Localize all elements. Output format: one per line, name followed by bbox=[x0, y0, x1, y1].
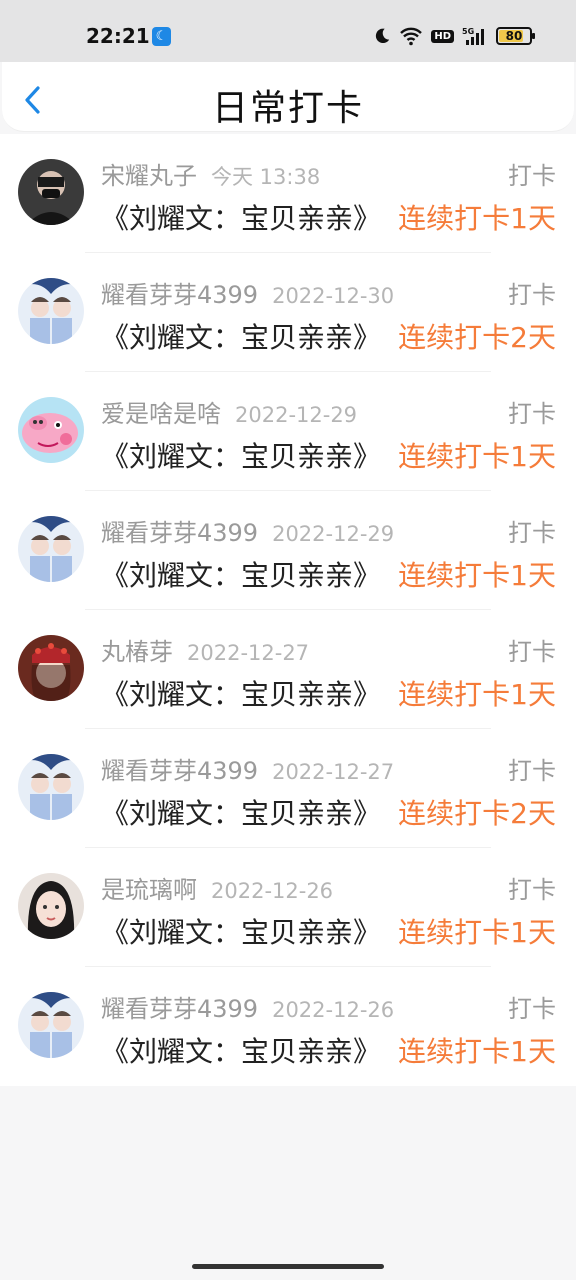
book-title[interactable]: 《刘耀文：宝贝亲亲》 bbox=[101, 197, 381, 237]
home-indicator[interactable] bbox=[192, 1264, 384, 1269]
streak-label: 连续打卡1天 bbox=[398, 916, 556, 949]
list-item[interactable]: 是琉璃啊 2022-12-26 打卡《刘耀文：宝贝亲亲》 连续打卡1天 bbox=[0, 848, 576, 967]
moon-icon bbox=[373, 27, 391, 45]
avatar[interactable] bbox=[18, 516, 84, 582]
user-name-text: 是琉璃啊 bbox=[101, 876, 197, 904]
checkin-time: 2022-12-29 bbox=[272, 522, 395, 546]
user-name-text: 爱是啥是啥 bbox=[101, 400, 221, 428]
book-title[interactable]: 《刘耀文：宝贝亲亲》 bbox=[101, 316, 381, 356]
avatar[interactable] bbox=[18, 754, 84, 820]
page-header: 日常打卡 bbox=[2, 62, 574, 132]
checkin-action-label: 打卡 bbox=[508, 638, 556, 666]
user-name-text: 耀看芽芽4399 bbox=[101, 995, 259, 1023]
status-icons: HD 5G 80 bbox=[373, 24, 535, 48]
book-title[interactable]: 《刘耀文：宝贝亲亲》 bbox=[101, 673, 381, 713]
book-title[interactable]: 《刘耀文：宝贝亲亲》 bbox=[101, 1030, 381, 1070]
streak-label: 连续打卡2天 bbox=[398, 797, 556, 830]
list-item[interactable]: 爱是啥是啥 2022-12-29 打卡《刘耀文：宝贝亲亲》 连续打卡1天 bbox=[0, 372, 576, 491]
wifi-icon bbox=[399, 26, 423, 46]
checkin-action-label: 打卡 bbox=[508, 162, 556, 190]
status-bar: 22:21 ☾ HD 5G 80 bbox=[0, 0, 576, 62]
user-name: 宋耀丸子 今天 13:38 bbox=[101, 156, 320, 191]
checkin-time: 2022-12-27 bbox=[187, 641, 310, 665]
checkin-time: 2022-12-27 bbox=[272, 760, 395, 784]
avatar[interactable] bbox=[18, 992, 84, 1058]
avatar[interactable] bbox=[18, 278, 84, 344]
streak-label: 连续打卡1天 bbox=[398, 440, 556, 473]
streak-label: 连续打卡2天 bbox=[398, 321, 556, 354]
user-name: 是琉璃啊 2022-12-26 bbox=[101, 870, 333, 905]
user-name: 耀看芽芽4399 2022-12-27 bbox=[101, 751, 394, 786]
battery-icon: 80 bbox=[496, 27, 535, 45]
book-title[interactable]: 《刘耀文：宝贝亲亲》 bbox=[101, 792, 381, 832]
user-name: 耀看芽芽4399 2022-12-29 bbox=[101, 513, 394, 548]
streak-label: 连续打卡1天 bbox=[398, 1035, 556, 1068]
user-name: 丸椿芽 2022-12-27 bbox=[101, 632, 309, 667]
checkin-action-label: 打卡 bbox=[508, 519, 556, 547]
checkin-time: 2022-12-30 bbox=[272, 284, 395, 308]
streak-label: 连续打卡1天 bbox=[398, 678, 556, 711]
user-name-text: 耀看芽芽4399 bbox=[101, 281, 259, 309]
status-time: 22:21 bbox=[86, 24, 150, 48]
checkin-time: 2022-12-26 bbox=[211, 879, 334, 903]
list-item[interactable]: 耀看芽芽4399 2022-12-29 打卡《刘耀文：宝贝亲亲》 连续打卡1天 bbox=[0, 491, 576, 610]
checkin-time: 今天 13:38 bbox=[211, 165, 321, 189]
user-name-text: 耀看芽芽4399 bbox=[101, 519, 259, 547]
book-title[interactable]: 《刘耀文：宝贝亲亲》 bbox=[101, 554, 381, 594]
checkin-action-label: 打卡 bbox=[508, 400, 556, 428]
battery-percent: 80 bbox=[505, 29, 523, 43]
list-item[interactable]: 宋耀丸子 今天 13:38 打卡《刘耀文：宝贝亲亲》 连续打卡1天 bbox=[0, 134, 576, 253]
book-title[interactable]: 《刘耀文：宝贝亲亲》 bbox=[101, 911, 381, 951]
book-title[interactable]: 《刘耀文：宝贝亲亲》 bbox=[101, 435, 381, 475]
avatar[interactable] bbox=[18, 635, 84, 701]
list-item[interactable]: 耀看芽芽4399 2022-12-26 打卡《刘耀文：宝贝亲亲》 连续打卡1天 bbox=[0, 967, 576, 1086]
list-item[interactable]: 丸椿芽 2022-12-27 打卡《刘耀文：宝贝亲亲》 连续打卡1天 bbox=[0, 610, 576, 729]
checkin-action-label: 打卡 bbox=[508, 995, 556, 1023]
avatar[interactable] bbox=[18, 159, 84, 225]
checkin-time: 2022-12-26 bbox=[272, 998, 395, 1022]
checkin-time: 2022-12-29 bbox=[235, 403, 358, 427]
user-name: 耀看芽芽4399 2022-12-30 bbox=[101, 275, 394, 310]
cellular-signal-icon: 5G bbox=[462, 26, 488, 46]
list-item[interactable]: 耀看芽芽4399 2022-12-27 打卡《刘耀文：宝贝亲亲》 连续打卡2天 bbox=[0, 729, 576, 848]
streak-label: 连续打卡1天 bbox=[398, 202, 556, 235]
page-title: 日常打卡 bbox=[211, 88, 364, 129]
user-name: 爱是啥是啥 2022-12-29 bbox=[101, 394, 357, 429]
svg-text:5G: 5G bbox=[462, 27, 474, 36]
avatar[interactable] bbox=[18, 397, 84, 463]
checkin-action-label: 打卡 bbox=[508, 876, 556, 904]
list-item[interactable]: 耀看芽芽4399 2022-12-30 打卡《刘耀文：宝贝亲亲》 连续打卡2天 bbox=[0, 253, 576, 372]
avatar[interactable] bbox=[18, 873, 84, 939]
user-name-text: 丸椿芽 bbox=[101, 638, 173, 666]
user-name-text: 宋耀丸子 bbox=[101, 162, 197, 190]
hd-badge: HD bbox=[431, 29, 454, 43]
checkin-action-label: 打卡 bbox=[508, 757, 556, 785]
checkin-list: 宋耀丸子 今天 13:38 打卡 《刘耀文：宝贝亲亲》 连续打卡1天 耀看芽芽4399 20… bbox=[0, 134, 576, 1086]
moon-badge-icon: ☾ bbox=[152, 27, 171, 46]
user-name: 耀看芽芽4399 2022-12-26 bbox=[101, 989, 394, 1024]
checkin-action-label: 打卡 bbox=[508, 281, 556, 309]
user-name-text: 耀看芽芽4399 bbox=[101, 757, 259, 785]
streak-label: 连续打卡1天 bbox=[398, 559, 556, 592]
